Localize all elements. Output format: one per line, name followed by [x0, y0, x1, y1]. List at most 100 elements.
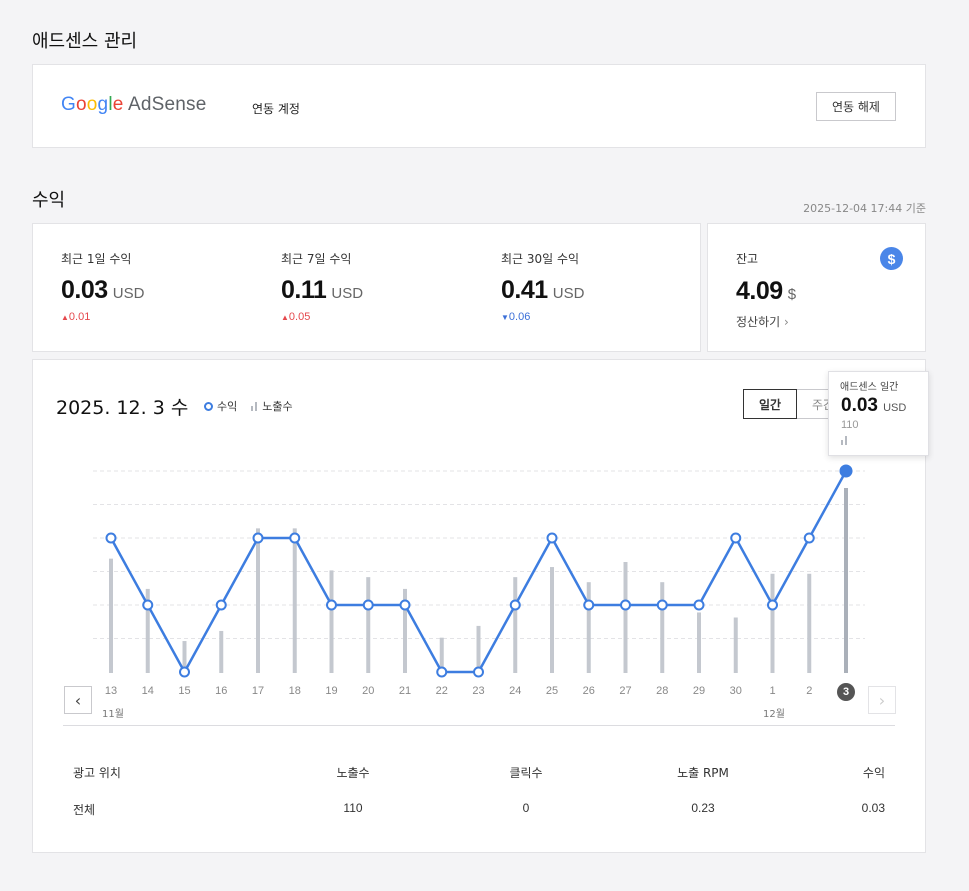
google-logo-letter: e	[112, 94, 124, 115]
settle-link[interactable]: 정산하기 ›	[736, 313, 789, 330]
x-tick-label[interactable]: 15	[170, 685, 200, 697]
delta-down-icon: ▼	[501, 313, 509, 322]
table-header-impressions: 노출수	[336, 766, 370, 780]
x-tick-label[interactable]: 25	[537, 685, 567, 697]
chevron-right-icon: ›	[784, 315, 789, 329]
revenue-point[interactable]	[142, 599, 154, 611]
x-tick-label[interactable]: 29	[684, 685, 714, 697]
table-header-clicks: 클릭수	[509, 766, 543, 780]
table-cell-placement: 전체	[73, 803, 96, 817]
tooltip-value: 0.03	[841, 395, 878, 416]
adsense-logo-text: AdSense	[127, 94, 207, 115]
revenue-point[interactable]	[583, 599, 595, 611]
impressions-bar	[329, 570, 334, 673]
stat-delta: ▼0.06	[501, 311, 584, 323]
impressions-bar	[733, 617, 738, 673]
stat-delta: ▲0.05	[281, 311, 363, 323]
revenue-point[interactable]	[473, 666, 484, 678]
revenue-point[interactable]	[326, 599, 337, 611]
impressions-bar	[550, 567, 554, 673]
google-adsense-logo: Google AdSense	[61, 94, 206, 116]
revenue-point[interactable]	[105, 532, 117, 544]
impressions-bar	[366, 577, 371, 673]
balance-value: 4.09	[736, 277, 783, 305]
revenue-point[interactable]	[767, 599, 778, 611]
stat-value: 0.41	[501, 276, 548, 304]
stat-label: 최근 30일 수익	[501, 252, 580, 266]
x-tick-label[interactable]: 21	[390, 685, 420, 697]
x-tick-label[interactable]: 1	[758, 685, 788, 697]
google-logo-letter: g	[97, 94, 109, 115]
x-tick-label[interactable]: 20	[353, 685, 383, 697]
month-label-nov: 11월	[102, 709, 124, 720]
google-logo-letter: G	[61, 94, 76, 115]
month-label-dec: 12월	[763, 709, 785, 720]
x-tick-label[interactable]: 19	[317, 685, 347, 697]
dollar-icon: $	[880, 247, 903, 270]
tooltip-impressions: 110	[841, 419, 859, 431]
divider	[63, 725, 895, 726]
x-tick-label[interactable]: 17	[243, 685, 273, 697]
revenue-point[interactable]	[215, 599, 227, 611]
impressions-bar	[770, 573, 775, 673]
delta-value: 0.05	[288, 311, 311, 323]
table-header-revenue: 수익	[862, 766, 885, 780]
balance-label: 잔고	[736, 252, 759, 266]
x-tick-label[interactable]: 27	[611, 685, 641, 697]
x-tick-label[interactable]: 28	[647, 685, 677, 697]
x-tick-label[interactable]: 14	[133, 685, 163, 697]
delta-value: 0.01	[68, 311, 91, 323]
x-tick-label[interactable]: 30	[721, 685, 751, 697]
stat-unit: USD	[552, 285, 585, 302]
revenue-point[interactable]	[509, 599, 521, 611]
revenue-point[interactable]	[362, 599, 374, 611]
x-tick-label[interactable]: 26	[574, 685, 604, 697]
revenue-point[interactable]	[546, 532, 558, 544]
revenue-point[interactable]	[656, 599, 668, 611]
impressions-bar	[513, 577, 518, 673]
impressions-bar	[844, 488, 848, 673]
table-header-rpm: 노출 RPM	[677, 766, 729, 780]
stat-value: 0.11	[281, 276, 327, 304]
impressions-bar	[807, 573, 812, 673]
google-logo-letter: o	[75, 94, 87, 115]
x-tick-label[interactable]: 2	[794, 685, 824, 697]
tooltip-title: 애드센스 일간	[840, 382, 899, 393]
google-logo-letter: o	[86, 94, 98, 115]
revenue-point[interactable]	[730, 532, 742, 544]
stat-unit: USD	[112, 285, 145, 302]
delta-up-icon: ▲	[61, 313, 69, 322]
revenue-point[interactable]	[252, 532, 264, 544]
stat-30day: 최근 30일 수익 0.41 USD ▼0.06	[501, 250, 584, 323]
impressions-bar	[476, 625, 481, 673]
stat-7day: 최근 7일 수익 0.11 USD ▲0.05	[281, 250, 363, 323]
revenue-point[interactable]	[693, 599, 705, 611]
impressions-bar	[219, 630, 224, 673]
google-logo-text: Google	[61, 94, 128, 115]
revenue-point[interactable]	[289, 532, 301, 544]
revenue-point[interactable]	[179, 666, 190, 678]
x-tick-label[interactable]: 18	[280, 685, 310, 697]
chart-next-button[interactable]: ›	[868, 686, 896, 714]
x-tick-label[interactable]: 3	[837, 683, 855, 701]
revenue-point[interactable]	[839, 464, 853, 478]
x-tick-label[interactable]: 23	[464, 685, 494, 697]
x-tick-label[interactable]: 22	[427, 685, 457, 697]
delta-up-icon: ▲	[281, 313, 289, 322]
adsense-section-title: 애드센스 관리	[32, 31, 138, 52]
impressions-bar	[109, 558, 113, 673]
revenue-point[interactable]	[436, 666, 448, 678]
revenue-section-title: 수익	[32, 190, 66, 211]
x-tick-label[interactable]: 13	[96, 685, 126, 697]
impressions-bar	[697, 612, 701, 673]
delta-value: 0.06	[508, 311, 531, 323]
chart-prev-button[interactable]: ‹	[64, 686, 92, 714]
x-tick-label[interactable]: 16	[206, 685, 236, 697]
unlink-button[interactable]: 연동 해제	[816, 92, 896, 121]
revenue-point[interactable]	[803, 532, 815, 544]
revenue-point[interactable]	[620, 599, 631, 611]
revenue-point[interactable]	[399, 599, 411, 611]
stat-1day: 최근 1일 수익 0.03 USD ▲0.01	[61, 250, 144, 323]
x-tick-label[interactable]: 24	[500, 685, 530, 697]
impressions-bar	[660, 582, 665, 673]
